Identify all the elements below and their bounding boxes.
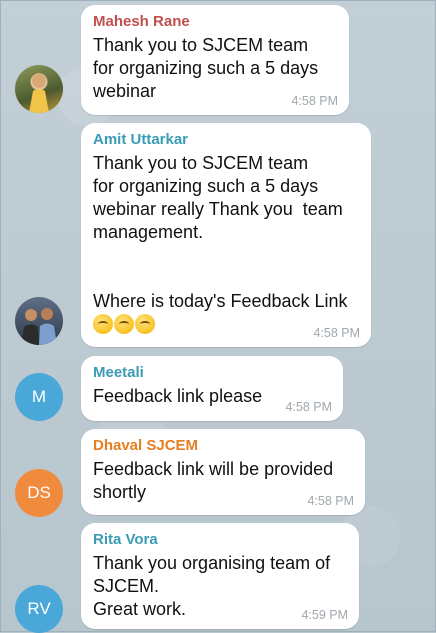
avatar-initials: M bbox=[31, 387, 47, 406]
avatar-mahesh[interactable] bbox=[15, 65, 63, 113]
emoji-row bbox=[93, 314, 155, 334]
confused-face-emoji-icon bbox=[114, 314, 134, 334]
avatar-meetali[interactable]: M bbox=[15, 373, 63, 421]
message-bubble-rita[interactable]: Rita Vora Thank you organising team of S… bbox=[81, 523, 359, 629]
sender-name[interactable]: Mahesh Rane bbox=[93, 13, 337, 30]
avatar-rita[interactable]: RV bbox=[15, 585, 63, 633]
avatar-initials: RV bbox=[27, 599, 51, 618]
message-time: 4:58 PM bbox=[307, 494, 354, 508]
person-photo-avatar-icon bbox=[29, 74, 49, 113]
message-bubble-meetali[interactable]: Meetali Feedback link please 4:58 PM bbox=[81, 356, 343, 421]
avatar-dhaval[interactable]: DS bbox=[15, 469, 63, 517]
message-text: Thank you to SJCEM team for organizing s… bbox=[93, 35, 319, 101]
message-bubble-mahesh[interactable]: Mahesh Rane Thank you to SJCEM team for … bbox=[81, 5, 349, 115]
message-text: Thank you to SJCEM team for organizing s… bbox=[93, 153, 348, 311]
confused-face-emoji-icon bbox=[135, 314, 155, 334]
message-time: 4:59 PM bbox=[301, 608, 348, 622]
message-time: 4:58 PM bbox=[313, 326, 360, 340]
message-time: 4:58 PM bbox=[291, 94, 338, 108]
avatar-initials: DS bbox=[27, 483, 51, 502]
sender-name[interactable]: Dhaval SJCEM bbox=[93, 437, 353, 454]
group-photo-avatar-icon bbox=[21, 308, 57, 345]
message-time: 4:58 PM bbox=[285, 400, 332, 414]
confused-face-emoji-icon bbox=[93, 314, 113, 334]
avatar-amit[interactable] bbox=[15, 297, 63, 345]
message-bubble-dhaval[interactable]: Dhaval SJCEM Feedback link will be provi… bbox=[81, 429, 365, 515]
message-bubble-amit[interactable]: Amit Uttarkar Thank you to SJCEM team fo… bbox=[81, 123, 371, 347]
sender-name[interactable]: Rita Vora bbox=[93, 531, 347, 548]
chat-background: Mahesh Rane Thank you to SJCEM team for … bbox=[0, 0, 436, 633]
sender-name[interactable]: Amit Uttarkar bbox=[93, 131, 359, 148]
sender-name[interactable]: Meetali bbox=[93, 364, 331, 381]
